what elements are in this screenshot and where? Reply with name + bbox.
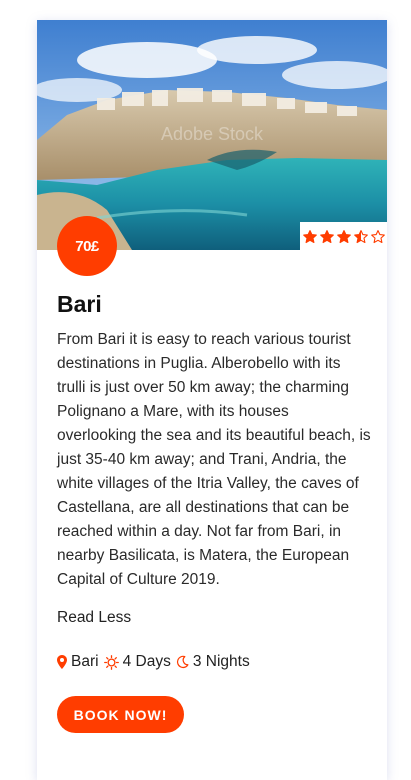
tour-meta: Bari 4 Days 3 Nights xyxy=(57,653,250,671)
star-icon xyxy=(319,229,334,243)
map-marker-icon xyxy=(57,655,67,669)
tour-title: Bari xyxy=(57,291,102,317)
star-icon xyxy=(336,229,351,243)
sun-icon xyxy=(103,654,119,670)
price-badge: 70£ xyxy=(57,216,117,276)
tour-location: Bari xyxy=(71,653,99,670)
tour-card: Adobe Stock 70£ Bari From Bari it is eas… xyxy=(37,20,387,780)
moon-icon xyxy=(176,655,189,669)
tour-days: 4 Days xyxy=(122,653,171,670)
star-rating xyxy=(300,222,387,251)
tour-nights: 3 Nights xyxy=(192,653,250,670)
star-icon xyxy=(353,229,368,243)
read-less-link[interactable]: Read Less xyxy=(57,609,131,627)
star-icon xyxy=(302,229,317,243)
star-icon xyxy=(370,229,385,243)
tour-description: From Bari it is easy to reach various to… xyxy=(57,331,371,588)
watermark-text: Adobe Stock xyxy=(161,124,264,144)
book-now-button[interactable]: BOOK NOW! xyxy=(57,696,184,733)
